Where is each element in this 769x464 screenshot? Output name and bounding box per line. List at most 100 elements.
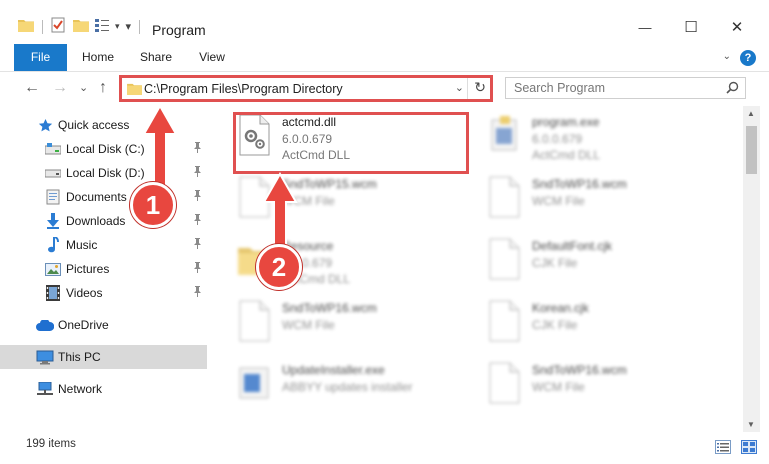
computer-icon [36,349,54,365]
details-view-icon[interactable] [715,440,731,457]
back-button[interactable]: ← [24,79,40,97]
pin-icon[interactable] [193,262,202,276]
file-item-resource[interactable]: Resource 6.0.0.679 ActCmd DLL [210,230,460,290]
search-input[interactable]: Search Program [514,81,605,95]
file-name: program.exe [532,115,600,129]
file-name: Korean.cjk [532,301,589,315]
file-item[interactable]: SndToWP15.wcm WCM File [210,168,460,228]
network-icon [36,381,54,397]
customize-toolbar-icon[interactable]: ▾ [126,20,132,33]
folder-icon[interactable] [18,18,34,35]
cloud-icon [36,317,54,333]
toolbar-separator [42,19,43,34]
drive-icon [45,165,61,181]
file-type: CJK File [532,256,578,270]
file-name: SndToWP16.wcm [282,301,377,315]
chevron-down-icon[interactable]: ▾ [115,21,120,32]
scrollbar-thumb[interactable] [746,126,757,174]
help-icon[interactable]: ? [740,50,756,66]
highlight-box [233,112,469,174]
sidebar-item-label: Downloads [66,214,126,228]
sidebar-item-videos[interactable]: Videos [0,281,207,305]
minimize-button[interactable]: — [622,10,668,44]
tab-home[interactable]: Home [76,44,120,71]
file-name: UpdateInstaller.exe [282,363,385,377]
address-bar[interactable]: C:\Program Files\Program Directory ⌄ ↻ [119,75,493,102]
scroll-up-icon[interactable]: ▲ [747,109,755,118]
close-button[interactable]: ✕ [714,10,760,44]
file-item[interactable]: SndToWP16.wcm WCM File [460,354,710,414]
sidebar-item-music[interactable]: Music [0,233,207,257]
sidebar-item-pictures[interactable]: Pictures [0,257,207,281]
videos-icon [45,285,61,301]
recent-locations-button[interactable]: ⌄ [79,81,88,94]
file-icon [486,362,522,404]
sidebar-item-label: Local Disk (C:) [66,142,145,156]
navigation-bar: ← → ⌄ ↑ C:\Program Files\Program Directo… [0,72,769,106]
file-name: SndToWP16.wcm [532,177,627,191]
pin-icon[interactable] [193,238,202,252]
search-icon[interactable] [726,81,739,97]
up-button[interactable]: ↑ [99,79,107,97]
folder-icon [127,82,142,98]
sidebar-item-label: OneDrive [58,318,109,332]
file-icon [486,238,522,280]
download-icon [45,213,61,229]
file-icon [236,300,272,342]
properties-icon[interactable] [51,17,65,36]
file-type: WCM File [532,380,585,394]
scroll-down-icon[interactable]: ▼ [747,420,755,429]
title-bar: ▾ ▾ Program — ☐ ✕ [0,0,769,44]
file-description: ActCmd DLL [532,148,601,162]
refresh-icon[interactable]: ↻ [474,79,486,96]
pin-icon[interactable] [193,142,202,156]
music-icon [45,237,61,253]
pin-icon[interactable] [193,190,202,204]
expand-ribbon-icon[interactable]: ⌄ [723,51,731,62]
file-description: ABBYY updates installer [282,380,413,394]
search-box[interactable]: Search Program [505,77,746,99]
address-dropdown-icon[interactable]: ⌄ [455,81,464,94]
file-item-program-exe[interactable]: program.exe 6.0.0.679 ActCmd DLL [460,106,710,166]
installer-icon [236,362,272,404]
file-version: 6.0.0.679 [532,132,583,146]
file-type: CJK File [532,318,578,332]
star-icon [37,117,53,133]
maximize-button[interactable]: ☐ [668,10,714,44]
sidebar-item-label: Quick access [58,118,130,132]
sidebar-item-label: Network [58,382,103,396]
pin-icon[interactable] [193,166,202,180]
file-item-updateinstaller[interactable]: UpdateInstaller.exe ABBYY updates instal… [210,354,460,414]
vertical-scrollbar[interactable]: ▲ ▼ [743,106,760,432]
file-item[interactable]: SndToWP16.wcm WCM File [460,168,710,228]
tab-file[interactable]: File [14,44,67,71]
sidebar-item-label: Local Disk (D:) [66,166,145,180]
tab-share[interactable]: Share [134,44,178,71]
file-item[interactable]: DefaultFont.cjk CJK File [460,230,710,290]
tab-view[interactable]: View [192,44,232,71]
file-name: DefaultFont.cjk [532,239,613,253]
address-separator [467,78,468,99]
pin-icon[interactable] [193,286,202,300]
address-path[interactable]: C:\Program Files\Program Directory [144,82,343,96]
window-title: Program [152,22,206,38]
callout-badge-2: 2 [256,244,302,290]
pictures-icon [45,261,61,277]
file-item[interactable]: SndToWP16.wcm WCM File [210,292,460,352]
drive-icon [45,141,61,157]
callout-badge-1: 1 [130,182,176,228]
file-item[interactable]: Korean.cjk CJK File [460,292,710,352]
large-icons-view-icon[interactable] [741,440,757,457]
sidebar-item-onedrive[interactable]: OneDrive [0,313,207,337]
file-icon [486,176,522,218]
sidebar-item-this-pc[interactable]: This PC [0,345,207,369]
exe-icon [486,114,522,156]
sidebar-item-network[interactable]: Network [0,377,207,401]
sidebar-item-label: Videos [66,286,103,300]
sidebar-item-label: Pictures [66,262,110,276]
pin-icon[interactable] [193,214,202,228]
new-folder-icon[interactable] [73,18,89,35]
forward-button[interactable]: → [52,79,68,97]
item-count: 199 items [26,438,76,450]
view-options-icon[interactable] [95,18,111,35]
